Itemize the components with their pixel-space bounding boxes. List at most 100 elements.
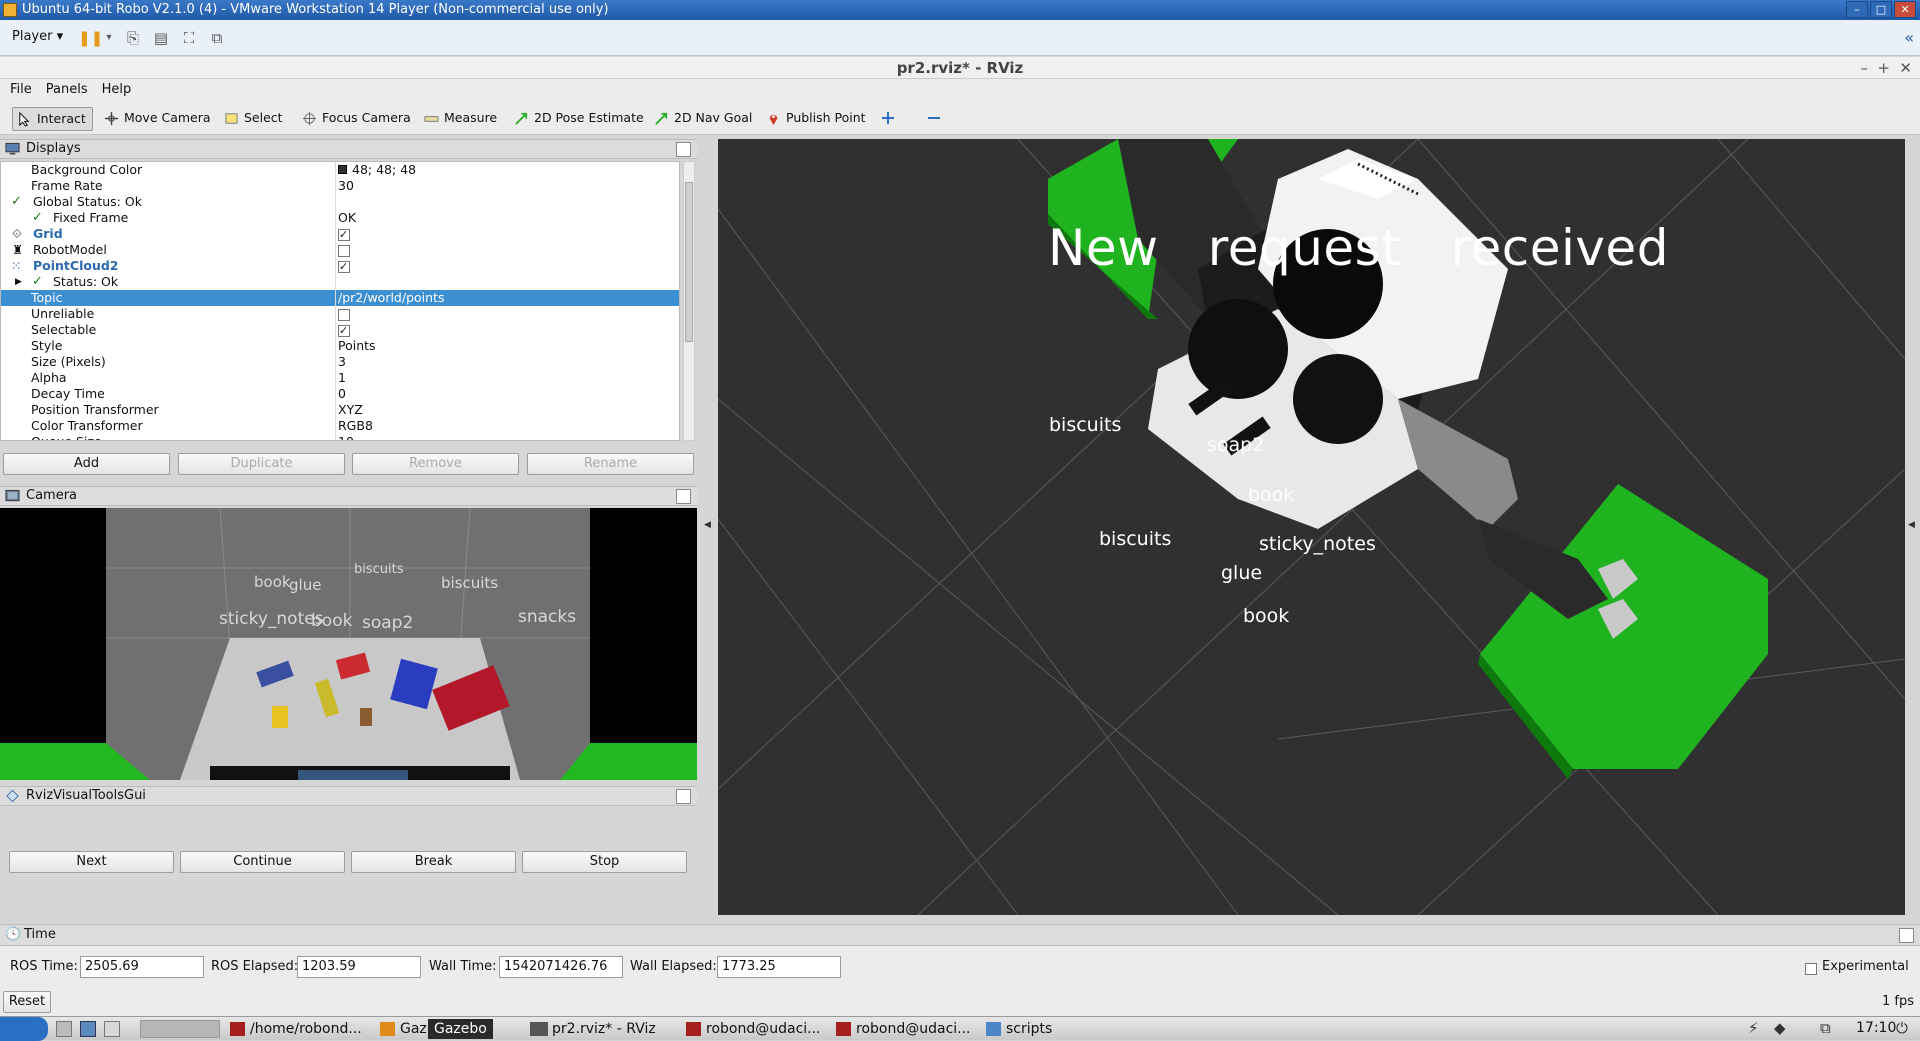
camera-view[interactable]: book glue biscuits biscuits sticky_notes… bbox=[0, 508, 697, 780]
tree-row[interactable]: Frame Rate 30 bbox=[1, 178, 679, 194]
tree-row[interactable]: ✓ Fixed Frame OK bbox=[1, 210, 679, 226]
close-button[interactable]: ✕ bbox=[1894, 1, 1916, 18]
next-button[interactable]: Next bbox=[9, 851, 174, 873]
tree-row[interactable]: Color Transformer RGB8 bbox=[1, 418, 679, 434]
tree-row[interactable]: Position Transformer XYZ bbox=[1, 402, 679, 418]
prop-value[interactable]: Points bbox=[338, 338, 376, 354]
removable-devices-icon[interactable]: ▤ bbox=[152, 29, 170, 47]
prop-value[interactable]: 1 bbox=[338, 370, 346, 386]
wall-time-field[interactable]: 1542071426.76 bbox=[499, 956, 623, 978]
window-icon[interactable] bbox=[104, 1021, 120, 1037]
right-collapse-arrow-icon[interactable]: ◀ bbox=[1908, 520, 1915, 530]
prop-value[interactable]: 0 bbox=[338, 386, 346, 402]
remove-button[interactable]: Remove bbox=[352, 453, 519, 475]
ros-elapsed-field[interactable]: 1203.59 bbox=[297, 956, 421, 978]
checkbox[interactable] bbox=[338, 259, 350, 275]
tree-row[interactable]: Alpha 1 bbox=[1, 370, 679, 386]
3d-view[interactable]: New request received biscuits soap2 book… bbox=[718, 139, 1905, 915]
left-collapse-arrow-icon[interactable]: ◀ bbox=[704, 520, 711, 530]
panel-float-button[interactable] bbox=[676, 142, 691, 157]
stop-button[interactable]: Stop bbox=[522, 851, 687, 873]
checkbox[interactable] bbox=[338, 308, 350, 321]
prop-checkbox[interactable] bbox=[338, 306, 350, 322]
tree-row[interactable]: Selectable bbox=[1, 322, 679, 339]
menu-panels[interactable]: Panels bbox=[46, 79, 88, 101]
tree-row[interactable]: Queue Size 10 bbox=[1, 434, 679, 440]
menu-file[interactable]: File bbox=[10, 79, 32, 101]
prop-checkbox[interactable] bbox=[338, 322, 350, 339]
wall-elapsed-field[interactable]: 1773.25 bbox=[717, 956, 841, 978]
displays-scrollbar[interactable] bbox=[683, 161, 695, 441]
tree-row[interactable]: ✓ Global Status: Ok bbox=[1, 194, 679, 210]
unity-icon[interactable]: ⧉ bbox=[208, 29, 226, 47]
file-manager-icon[interactable] bbox=[80, 1021, 96, 1037]
task-terminal-home[interactable]: /home/robond... bbox=[228, 1019, 362, 1039]
expand-icon[interactable]: ▶ bbox=[15, 274, 22, 290]
prop-checkbox[interactable] bbox=[338, 258, 350, 275]
prop-value[interactable]: 30 bbox=[338, 178, 354, 194]
tree-row[interactable]: Background Color 48; 48; 48 bbox=[1, 162, 679, 178]
tree-row[interactable]: ▶ ✓ Status: Ok bbox=[1, 274, 679, 290]
duplicate-button[interactable]: Duplicate bbox=[178, 453, 345, 475]
task-rviz[interactable]: pr2.rviz* - RViz bbox=[528, 1019, 656, 1039]
collapse-icon[interactable]: « bbox=[1904, 28, 1914, 47]
pose-estimate-tool[interactable]: 2D Pose Estimate bbox=[510, 107, 650, 131]
prop-value[interactable]: 48; 48; 48 bbox=[338, 162, 416, 178]
prop-value[interactable]: 10 bbox=[338, 434, 354, 440]
continue-button[interactable]: Continue bbox=[180, 851, 345, 873]
move-camera-tool[interactable]: Move Camera bbox=[100, 107, 217, 131]
maximize-button[interactable]: □ bbox=[1870, 1, 1892, 18]
rename-button[interactable]: Rename bbox=[527, 453, 694, 475]
power-icon[interactable]: ⏻ bbox=[1896, 1019, 1908, 1037]
checkbox[interactable] bbox=[338, 227, 350, 243]
tree-row[interactable]: Style Points bbox=[1, 338, 679, 354]
tree-row[interactable]: Decay Time 0 bbox=[1, 386, 679, 402]
focus-camera-tool[interactable]: Focus Camera bbox=[298, 107, 417, 131]
panel-float-button[interactable] bbox=[676, 789, 691, 804]
checkbox[interactable] bbox=[1805, 962, 1817, 975]
menu-help[interactable]: Help bbox=[102, 79, 132, 101]
rviz-minimize-button[interactable]: – bbox=[1861, 57, 1869, 79]
measure-tool[interactable]: Measure bbox=[420, 107, 503, 131]
interact-tool[interactable]: Interact bbox=[12, 107, 93, 131]
prop-value[interactable]: 3 bbox=[338, 354, 346, 370]
task-scripts-folder[interactable]: scripts bbox=[984, 1019, 1052, 1039]
prop-value[interactable]: /pr2/world/points bbox=[338, 290, 444, 306]
desktop-icon[interactable] bbox=[56, 1021, 72, 1037]
player-menu[interactable]: Player ▾ bbox=[6, 28, 69, 48]
task-terminal-1[interactable]: robond@udaci... bbox=[684, 1019, 821, 1039]
tree-row[interactable]: ♜ RobotModel bbox=[1, 242, 679, 258]
add-button[interactable]: Add bbox=[3, 453, 170, 475]
prop-checkbox[interactable] bbox=[338, 242, 350, 258]
panel-float-button[interactable] bbox=[1899, 928, 1914, 943]
tree-row[interactable]: ⟐ Grid bbox=[1, 226, 679, 243]
panel-float-button[interactable] bbox=[676, 489, 691, 504]
publish-point-tool[interactable]: Publish Point bbox=[762, 107, 872, 131]
tree-row-selected[interactable]: Topic /pr2/world/points bbox=[1, 290, 679, 306]
fullscreen-icon[interactable]: ⛶ bbox=[180, 29, 198, 47]
checkbox[interactable] bbox=[338, 323, 350, 339]
ros-time-field[interactable]: 2505.69 bbox=[80, 956, 204, 978]
start-button[interactable] bbox=[0, 1017, 48, 1041]
network-icon[interactable]: ◆ bbox=[1774, 1019, 1786, 1037]
scrollbar-thumb[interactable] bbox=[685, 182, 693, 342]
experimental-checkbox[interactable] bbox=[1805, 961, 1817, 976]
task-gaz[interactable]: Gaz bbox=[378, 1019, 427, 1039]
break-button[interactable]: Break bbox=[351, 851, 516, 873]
tree-row[interactable]: ⁙ PointCloud2 bbox=[1, 258, 679, 275]
prop-checkbox[interactable] bbox=[338, 226, 350, 243]
tree-row[interactable]: Unreliable bbox=[1, 306, 679, 322]
add-tool-button[interactable] bbox=[874, 107, 902, 131]
checkbox[interactable] bbox=[338, 244, 350, 257]
minimize-button[interactable]: – bbox=[1846, 1, 1868, 18]
select-tool[interactable]: Select bbox=[220, 107, 289, 131]
chevron-down-icon[interactable]: ▾ bbox=[100, 29, 118, 47]
tree-row[interactable]: Size (Pixels) 3 bbox=[1, 354, 679, 370]
remove-tool-button[interactable] bbox=[920, 107, 948, 131]
prop-value[interactable]: RGB8 bbox=[338, 418, 373, 434]
windows-icon[interactable]: ⧉ bbox=[1820, 1019, 1831, 1037]
task-terminal-2[interactable]: robond@udaci... bbox=[834, 1019, 971, 1039]
nav-goal-tool[interactable]: 2D Nav Goal bbox=[650, 107, 758, 131]
rviz-close-button[interactable]: ✕ bbox=[1899, 57, 1912, 79]
task-gazebo[interactable]: Gazebo bbox=[428, 1019, 493, 1039]
